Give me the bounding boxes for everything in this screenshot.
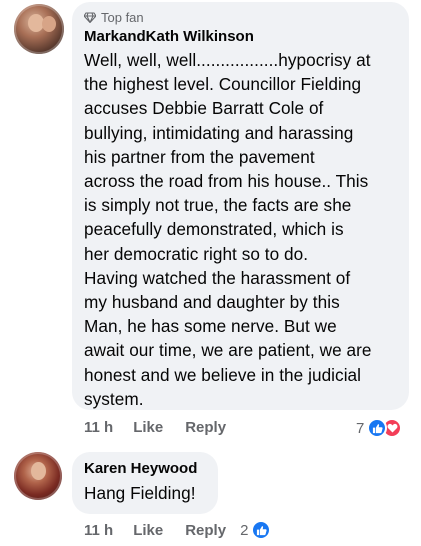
comment-1: Top fan MarkandKath Wilkinson Well, well… — [0, 0, 421, 450]
avatar-ring — [14, 452, 62, 500]
comment-actions: 11 h Like Reply — [84, 419, 248, 436]
reaction-summary[interactable]: 2 — [240, 520, 272, 540]
reaction-count: 7 — [356, 419, 365, 437]
comment-author[interactable]: MarkandKath Wilkinson — [84, 28, 254, 45]
like-icon — [251, 520, 272, 540]
reaction-count: 2 — [240, 521, 249, 539]
avatar[interactable] — [14, 4, 64, 54]
like-button[interactable]: Like — [133, 419, 163, 436]
timestamp[interactable]: 11 h — [84, 522, 113, 539]
badge-label: Top fan — [101, 10, 144, 25]
timestamp[interactable]: 11 h — [84, 419, 113, 436]
reaction-summary[interactable]: 7 — [356, 418, 403, 438]
avatar[interactable] — [14, 452, 62, 500]
reply-button[interactable]: Reply — [185, 522, 226, 539]
comment-author[interactable]: Karen Heywood — [84, 460, 197, 477]
comment-2: Karen Heywood Hang Fielding! 11 h Like R… — [0, 446, 421, 546]
comment-actions: 11 h Like Reply 2 — [84, 520, 272, 540]
diamond-icon — [84, 12, 96, 23]
reply-button[interactable]: Reply — [185, 419, 226, 436]
comment-text: Hang Fielding! — [84, 483, 196, 503]
top-fan-badge[interactable]: Top fan — [84, 10, 144, 25]
like-button[interactable]: Like — [133, 522, 163, 539]
comment-text: Well, well, well.................hypocri… — [84, 50, 372, 409]
avatar-ring — [14, 4, 64, 54]
